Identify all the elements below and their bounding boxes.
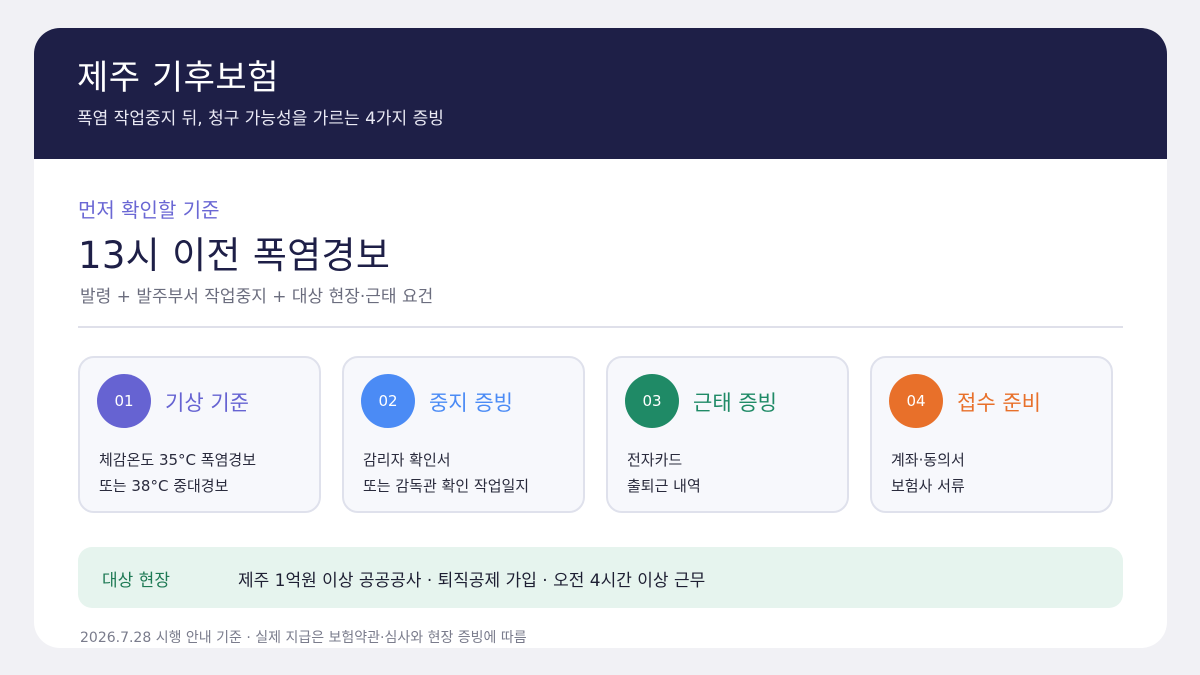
target-site-value: 제주 1억원 이상 공공공사 · 퇴직공제 가입 · 오전 4시간 이상 근무 bbox=[238, 571, 706, 591]
step-detail-line: 출퇴근 내역 bbox=[627, 477, 701, 495]
criteria-headline: 13시 이전 폭염경보 bbox=[78, 234, 391, 277]
divider bbox=[78, 326, 1123, 328]
info-card: 제주 기후보험 폭염 작업중지 뒤, 청구 가능성을 가르는 4가지 증빙 먼저… bbox=[34, 28, 1167, 648]
step-title: 중지 증빙 bbox=[429, 391, 513, 415]
step-detail-line: 전자카드 bbox=[627, 451, 683, 469]
step-card-attendance-proof: 03 근태 증빙 전자카드 출퇴근 내역 bbox=[606, 356, 849, 513]
target-site-banner: 대상 현장 제주 1억원 이상 공공공사 · 퇴직공제 가입 · 오전 4시간 … bbox=[78, 547, 1123, 608]
step-number-badge: 03 bbox=[625, 374, 679, 428]
criteria-note: 발령 + 발주부서 작업중지 + 대상 현장·근태 요건 bbox=[80, 287, 434, 307]
step-detail-line: 또는 38°C 중대경보 bbox=[99, 477, 229, 495]
step-card-weather: 01 기상 기준 체감온도 35°C 폭염경보 또는 38°C 중대경보 bbox=[78, 356, 321, 513]
step-title: 기상 기준 bbox=[165, 391, 249, 415]
page-subtitle: 폭염 작업중지 뒤, 청구 가능성을 가르는 4가지 증빙 bbox=[77, 109, 444, 129]
step-card-stop-proof: 02 중지 증빙 감리자 확인서 또는 감독관 확인 작업일지 bbox=[342, 356, 585, 513]
step-detail-line: 또는 감독관 확인 작업일지 bbox=[363, 477, 530, 495]
step-number-badge: 01 bbox=[97, 374, 151, 428]
page-title: 제주 기후보험 bbox=[77, 58, 279, 98]
step-number-badge: 04 bbox=[889, 374, 943, 428]
footnote: 2026.7.28 시행 안내 기준 · 실제 지급은 보험약관·심사와 현장 … bbox=[80, 630, 527, 646]
step-detail-line: 감리자 확인서 bbox=[363, 451, 451, 469]
target-site-label: 대상 현장 bbox=[102, 571, 170, 591]
step-title: 근태 증빙 bbox=[693, 391, 777, 415]
criteria-eyebrow: 먼저 확인할 기준 bbox=[78, 198, 220, 222]
step-detail-line: 계좌·동의서 bbox=[891, 451, 965, 469]
step-card-submission: 04 접수 준비 계좌·동의서 보험사 서류 bbox=[870, 356, 1113, 513]
step-title: 접수 준비 bbox=[957, 391, 1041, 415]
step-detail-line: 보험사 서류 bbox=[891, 477, 965, 495]
step-number-badge: 02 bbox=[361, 374, 415, 428]
step-detail-line: 체감온도 35°C 폭염경보 bbox=[99, 451, 256, 469]
header-banner: 제주 기후보험 폭염 작업중지 뒤, 청구 가능성을 가르는 4가지 증빙 bbox=[34, 28, 1167, 159]
step-cards: 01 기상 기준 체감온도 35°C 폭염경보 또는 38°C 중대경보 02 … bbox=[78, 356, 1123, 513]
